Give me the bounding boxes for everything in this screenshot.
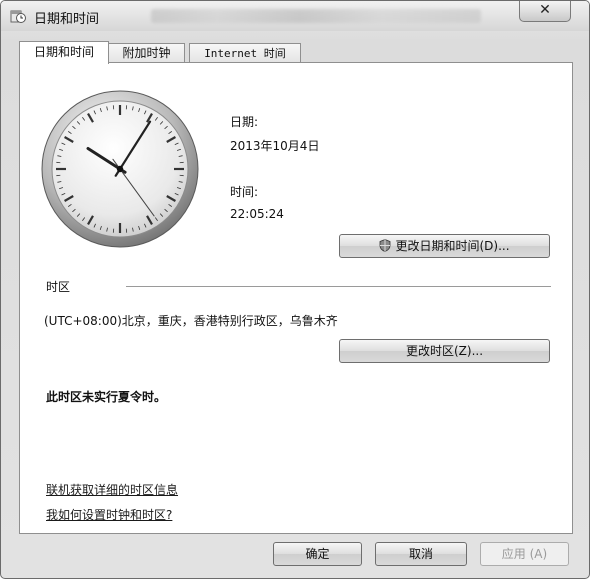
timezone-divider [126,286,551,287]
time-label: 时间: [230,185,259,199]
change-date-time-label: 更改日期和时间(D)... [395,239,510,253]
cancel-button[interactable]: 取消 [375,542,467,566]
date-time-icon [10,10,26,23]
date-label: 日期: [230,115,259,129]
ok-button[interactable]: 确定 [273,542,362,566]
time-value: 22:05:24 [230,207,284,221]
tab-internet-time[interactable]: Internet 时间 [189,43,301,63]
change-timezone-button[interactable]: 更改时区(Z)... [339,339,550,363]
change-date-time-button[interactable]: 更改日期和时间(D)... [339,234,550,258]
tab-panel: 日期: 2013年10月4日 时间: 22:05:24 更改日期和时间(D)..… [19,62,573,534]
close-button[interactable]: ✕ [519,1,571,22]
tab-additional-clocks[interactable]: 附加时钟 [108,43,185,63]
date-time-dialog: 日期和时间 ✕ 日期和时间 附加时钟 Internet 时间 日期: 2013年… [0,0,590,579]
online-timezone-info-link[interactable]: 联机获取详细的时区信息 [46,481,178,498]
title-bar[interactable]: 日期和时间 ✕ [1,1,589,31]
uac-shield-icon [380,239,391,252]
change-timezone-label: 更改时区(Z)... [405,344,484,358]
close-icon: ✕ [539,2,551,18]
timezone-value: (UTC+08:00)北京，重庆，香港特别行政区，乌鲁木齐 [44,314,338,328]
window-title: 日期和时间 [34,12,100,27]
tab-date-time[interactable]: 日期和时间 [19,41,109,64]
blurred-title-area [151,9,481,23]
dst-note: 此时区未实行夏令时。 [46,390,167,404]
how-to-set-clock-link[interactable]: 我如何设置时钟和时区? [46,506,172,523]
apply-button[interactable]: 应用 (A) [480,542,569,566]
date-value: 2013年10月4日 [230,139,320,153]
clock-center-pin [116,165,124,173]
timezone-section-label: 时区 [46,280,71,294]
analog-clock [41,90,199,248]
